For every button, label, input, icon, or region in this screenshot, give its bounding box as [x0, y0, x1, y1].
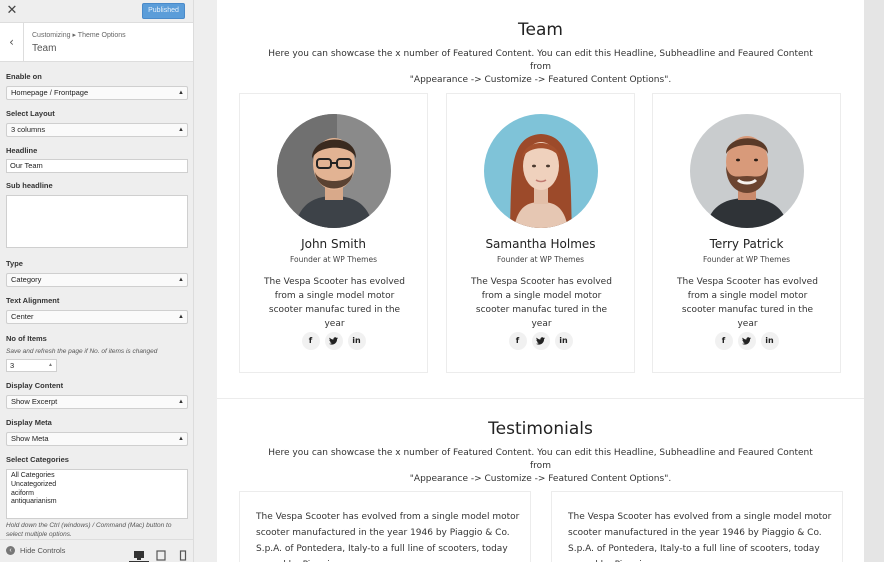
layout-value: 3 columns: [11, 125, 46, 134]
items-value: 3: [10, 361, 15, 370]
select-arrows-icon: ▲: [178, 90, 184, 96]
categories-multiselect[interactable]: All Categories Uncategorized aciform ant…: [6, 469, 188, 519]
team-member-name: Samantha Holmes: [485, 237, 596, 251]
select-arrows-icon: ▲: [178, 314, 184, 320]
display-meta-label: Display Meta: [6, 418, 52, 427]
type-select[interactable]: Category ▲: [6, 273, 188, 287]
display-meta-select[interactable]: Show Meta ▲: [6, 432, 188, 446]
back-chevron-icon[interactable]: ‹: [0, 23, 24, 62]
testimonials-description-line: Here you can showcase the x number of Fe…: [268, 448, 813, 471]
team-member-bio: The Vespa Scooter has evolved from a sin…: [677, 277, 818, 329]
team-member-name: Terry Patrick: [709, 237, 784, 251]
testimonial-card: The Vespa Scooter has evolved from a sin…: [239, 491, 531, 562]
linkedin-icon[interactable]: in: [760, 332, 779, 350]
mobile-preview-icon[interactable]: [177, 546, 189, 561]
subheadline-label: Sub headline: [6, 181, 53, 190]
items-label: No of Items: [6, 334, 47, 343]
select-arrows-icon: ▲: [178, 436, 184, 442]
team-member-photo: [484, 114, 598, 228]
enable-on-label: Enable on: [6, 72, 42, 81]
select-arrows-icon: ▲: [178, 399, 184, 405]
customizer-sidebar: ✕ Published ‹ Customizing ▸ Theme Option…: [0, 0, 194, 562]
display-content-label: Display Content: [6, 381, 64, 390]
facebook-icon[interactable]: f: [508, 332, 527, 350]
team-member-card: Terry Patrick Founder at WP Themes The V…: [652, 93, 841, 373]
linkedin-icon[interactable]: in: [554, 332, 573, 350]
layout-select[interactable]: 3 columns ▲: [6, 123, 188, 137]
team-member-card: John Smith Founder at WP Themes The Vesp…: [239, 93, 428, 373]
linkedin-icon[interactable]: in: [347, 332, 366, 350]
preview-gutter: [194, 0, 217, 562]
team-member-bio: The Vespa Scooter has evolved from a sin…: [264, 277, 405, 329]
items-number-input[interactable]: 3 ▲: [6, 359, 57, 372]
tablet-preview-icon[interactable]: [155, 546, 167, 561]
section-header: ‹ Customizing ▸ Theme Options Team: [0, 23, 193, 62]
customizer-window: ✕ Published ‹ Customizing ▸ Theme Option…: [0, 0, 884, 562]
display-content-value: Show Excerpt: [11, 397, 58, 406]
team-member-photo: [690, 114, 804, 228]
select-arrows-icon: ▲: [178, 277, 184, 283]
categories-note: Hold down the Ctrl (windows) / Command (…: [6, 522, 172, 538]
team-description-line: Here you can showcase the x number of Fe…: [268, 49, 813, 72]
team-description-line: "Appearance -> Customize -> Featured Con…: [409, 75, 672, 85]
category-option[interactable]: Uncategorized: [11, 481, 183, 490]
team-member-name: John Smith: [301, 237, 366, 251]
headline-input[interactable]: Our Team: [6, 159, 188, 173]
section-divider: [217, 398, 864, 399]
team-member-card: Samantha Holmes Founder at WP Themes The…: [446, 93, 635, 373]
team-member-role: Founder at WP Themes: [702, 255, 790, 264]
type-value: Category: [11, 275, 42, 284]
social-links: f in: [240, 332, 427, 350]
items-note: Save and refresh the page if No. of item…: [6, 348, 158, 355]
facebook-icon[interactable]: f: [714, 332, 733, 350]
alignment-select[interactable]: Center ▲: [6, 310, 188, 324]
alignment-value: Center: [11, 312, 34, 321]
social-links: f in: [653, 332, 840, 350]
team-section-description: Here you can showcase the x number of Fe…: [257, 48, 824, 87]
testimonial-card: The Vespa Scooter has evolved from a sin…: [551, 491, 843, 562]
testimonials-section-title: Testimonials: [488, 419, 593, 439]
testimonial-text: The Vespa Scooter has evolved from a sin…: [568, 512, 832, 562]
publish-button[interactable]: Published: [142, 3, 185, 19]
category-option[interactable]: aciform: [11, 490, 183, 499]
enable-on-select[interactable]: Homepage / Frontpage ▲: [6, 86, 188, 100]
testimonial-text: The Vespa Scooter has evolved from a sin…: [256, 512, 520, 562]
hide-controls-button[interactable]: ‹ Hide Controls: [6, 546, 65, 555]
layout-label: Select Layout: [6, 109, 55, 118]
team-member-role: Founder at WP Themes: [289, 255, 377, 264]
facebook-icon[interactable]: f: [301, 332, 320, 350]
twitter-icon[interactable]: [531, 332, 550, 350]
type-label: Type: [6, 259, 23, 268]
twitter-icon[interactable]: [324, 332, 343, 350]
alignment-label: Text Alignment: [6, 296, 60, 305]
testimonials-section-description: Here you can showcase the x number of Fe…: [257, 447, 824, 486]
breadcrumb: Customizing ▸ Theme Options: [32, 32, 126, 39]
team-member-role: Founder at WP Themes: [496, 255, 584, 264]
hide-controls-label: Hide Controls: [20, 546, 66, 555]
sidebar-header-bar: ✕ Published: [0, 0, 193, 23]
display-meta-value: Show Meta: [11, 434, 49, 443]
team-member-photo: [277, 114, 391, 228]
twitter-icon[interactable]: [737, 332, 756, 350]
testimonials-description-line: "Appearance -> Customize -> Featured Con…: [409, 474, 672, 484]
stepper-arrows-icon[interactable]: ▲: [48, 360, 53, 371]
category-option[interactable]: All Categories: [11, 472, 183, 481]
team-member-bio: The Vespa Scooter has evolved from a sin…: [471, 277, 612, 329]
subheadline-textarea[interactable]: [6, 195, 188, 248]
team-section-title: Team: [518, 20, 563, 40]
category-option[interactable]: antiquarianism: [11, 498, 183, 507]
close-icon[interactable]: ✕: [0, 0, 24, 23]
social-links: f in: [447, 332, 634, 350]
enable-on-value: Homepage / Frontpage: [11, 88, 89, 97]
desktop-preview-icon[interactable]: [129, 546, 149, 562]
headline-label: Headline: [6, 146, 38, 155]
preview-scroll-gutter: [864, 0, 884, 562]
sidebar-footer: ‹ Hide Controls: [0, 539, 193, 562]
select-arrows-icon: ▲: [178, 127, 184, 133]
site-preview: Team Here you can showcase the x number …: [217, 0, 864, 562]
display-content-select[interactable]: Show Excerpt ▲: [6, 395, 188, 409]
categories-label: Select Categories: [6, 455, 69, 464]
section-title: Team: [32, 43, 57, 54]
collapse-arrow-icon: ‹: [6, 546, 15, 555]
